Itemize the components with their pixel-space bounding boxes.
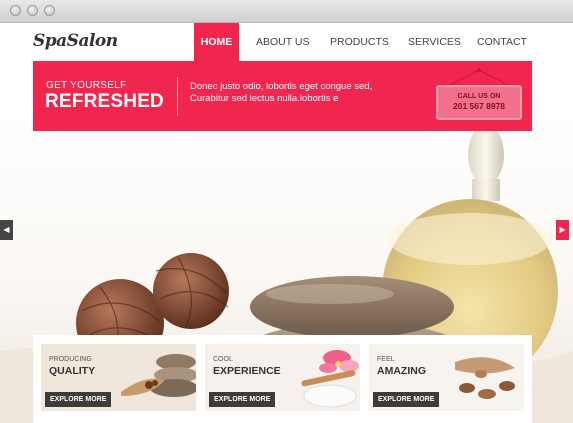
card-kicker: COOL: [213, 356, 233, 363]
banner-kicker: GET YOURSELF: [46, 80, 127, 91]
zoom-button[interactable]: [44, 5, 55, 16]
webpage: SpaSalon HOME ABOUT US PRODUCTS SERVICES…: [0, 23, 573, 423]
banner-divider: [177, 77, 178, 116]
feature-cards: PRODUCING QUALITY EXPLORE MORE COOL EXPE…: [33, 335, 532, 423]
nav-item-contact[interactable]: CONTACT: [477, 23, 527, 61]
banner-text: Donec justo odio, lobortis eget congue s…: [190, 81, 373, 104]
card-kicker: FEEL: [377, 356, 395, 363]
browser-window: SpaSalon HOME ABOUT US PRODUCTS SERVICES…: [0, 0, 573, 423]
minimize-button[interactable]: [27, 5, 38, 16]
nav-item-services[interactable]: SERVICES: [408, 23, 461, 61]
close-button[interactable]: [10, 5, 21, 16]
phone-number: 201 567 8978: [453, 101, 505, 111]
feature-card-experience[interactable]: COOL EXPERIENCE EXPLORE MORE: [205, 344, 360, 411]
call-us-plate: CALL US ON 201 567 8978: [436, 85, 522, 120]
explore-more-button[interactable]: EXPLORE MORE: [373, 392, 440, 407]
banner-headline: REFRESHED: [45, 91, 164, 112]
call-us-label: CALL US ON: [457, 93, 501, 100]
card-title: QUALITY: [49, 365, 96, 377]
feature-card-quality[interactable]: PRODUCING QUALITY EXPLORE MORE: [41, 344, 196, 411]
slider-next-button[interactable]: ▶: [556, 220, 569, 240]
site-logo[interactable]: SpaSalon: [33, 31, 118, 51]
explore-more-button[interactable]: EXPLORE MORE: [209, 392, 276, 407]
chevron-left-icon: ◀: [3, 225, 10, 234]
feature-card-amazing[interactable]: FEEL AMAZING EXPLORE MORE: [369, 344, 524, 411]
top-navigation: SpaSalon HOME ABOUT US PRODUCTS SERVICES…: [0, 23, 573, 61]
card-title: AMAZING: [377, 365, 426, 377]
card-title: EXPERIENCE: [213, 365, 281, 377]
window-titlebar: [0, 0, 573, 23]
slider-prev-button[interactable]: ◀: [0, 220, 13, 240]
nav-item-about-us[interactable]: ABOUT US: [256, 23, 309, 61]
nav-item-products[interactable]: PRODUCTS: [330, 23, 389, 61]
call-us-sign[interactable]: CALL US ON 201 567 8978: [436, 67, 524, 125]
nav-item-home[interactable]: HOME: [194, 23, 239, 61]
card-kicker: PRODUCING: [49, 356, 92, 363]
chevron-right-icon: ▶: [559, 225, 566, 234]
explore-more-button[interactable]: EXPLORE MORE: [45, 392, 112, 407]
promo-banner: GET YOURSELF REFRESHED Donec justo odio,…: [33, 61, 532, 131]
